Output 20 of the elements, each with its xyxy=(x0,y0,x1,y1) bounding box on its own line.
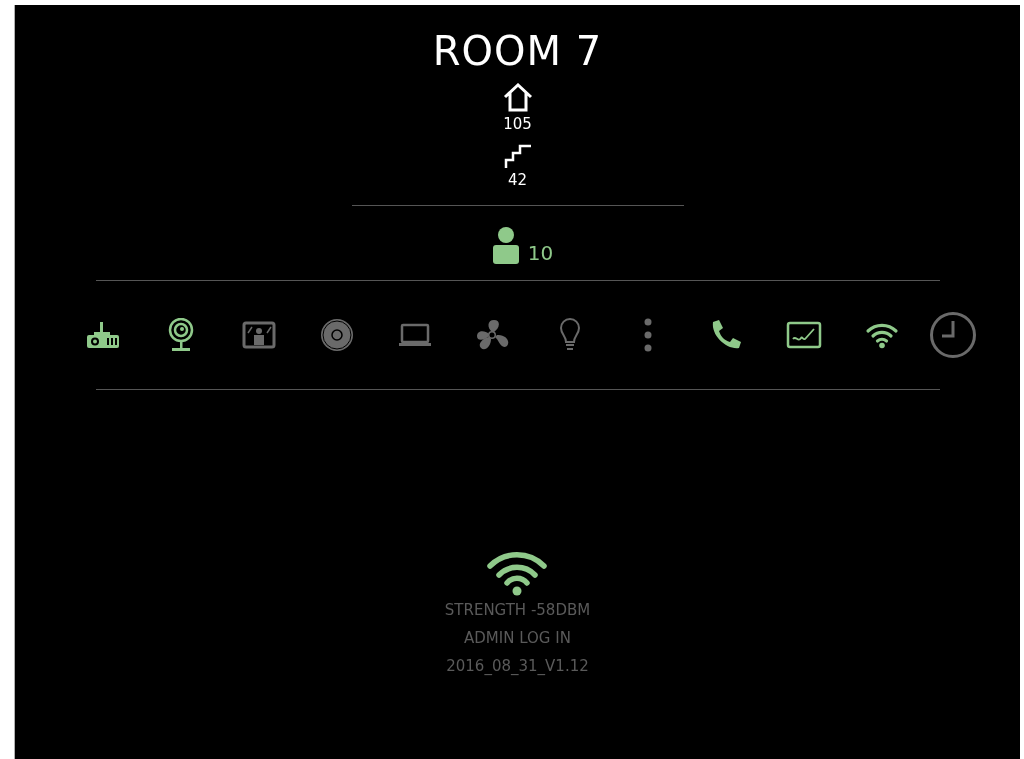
room-title: ROOM 7 xyxy=(432,27,603,75)
version-text: 2016_08_31_V1.12 xyxy=(446,656,589,677)
more-icon[interactable] xyxy=(643,318,654,352)
laptop-icon[interactable] xyxy=(397,323,432,347)
lightbulb-icon[interactable] xyxy=(559,318,582,352)
picture-frame-icon[interactable] xyxy=(242,321,277,349)
wifi-signal-icon xyxy=(486,550,549,596)
fan-icon[interactable] xyxy=(475,318,510,352)
person-icon xyxy=(491,226,520,264)
stat-value: 42 xyxy=(507,171,528,189)
occupant-count: 10 xyxy=(527,242,554,264)
wifi-icon[interactable] xyxy=(864,321,899,349)
clock-icon[interactable] xyxy=(928,311,977,359)
admin-login-link[interactable]: ADMIN LOG IN xyxy=(464,624,571,652)
signature-pad-icon[interactable] xyxy=(785,321,822,349)
webcam-icon[interactable] xyxy=(168,318,195,352)
stat-value: 105 xyxy=(503,115,532,133)
projector-icon[interactable] xyxy=(86,320,121,350)
signal-strength: STRENGTH -58DBM xyxy=(444,600,591,621)
disc-icon[interactable] xyxy=(319,318,354,352)
